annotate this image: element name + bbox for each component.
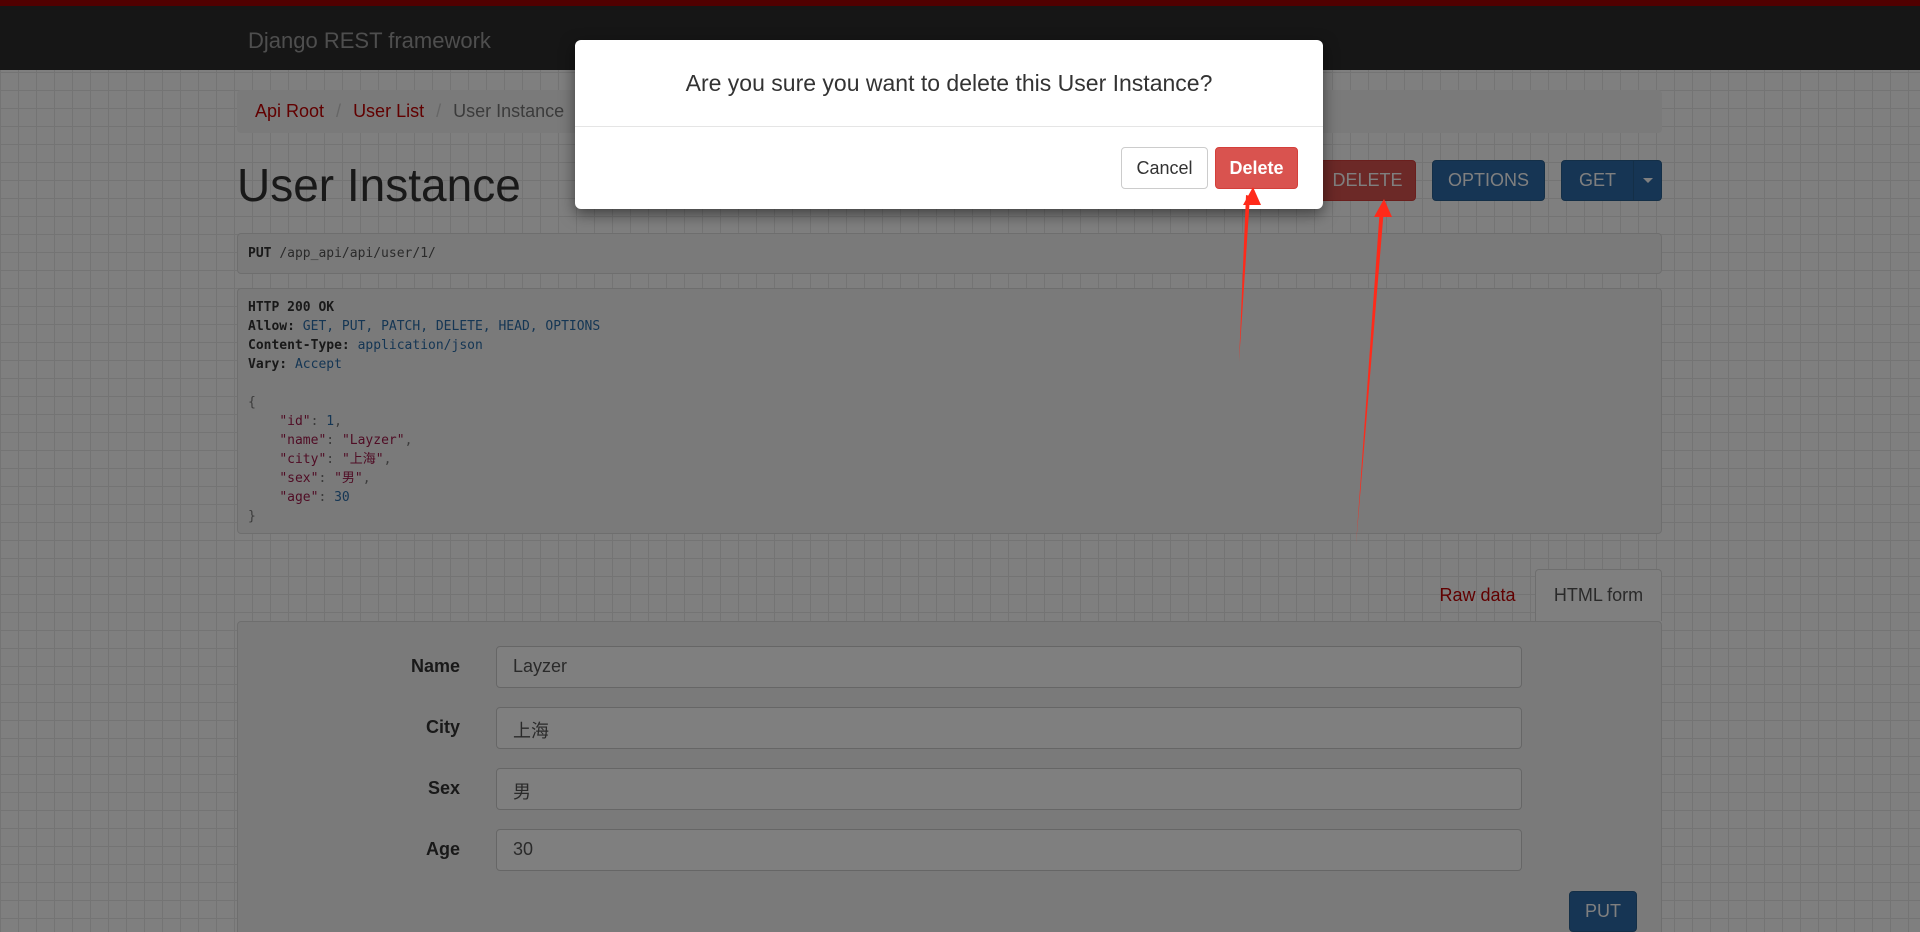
annotation-arrow-icon: [1239, 187, 1261, 362]
annotation-arrow-icon: [1356, 199, 1392, 545]
annotation-arrows: [1239, 187, 1392, 545]
